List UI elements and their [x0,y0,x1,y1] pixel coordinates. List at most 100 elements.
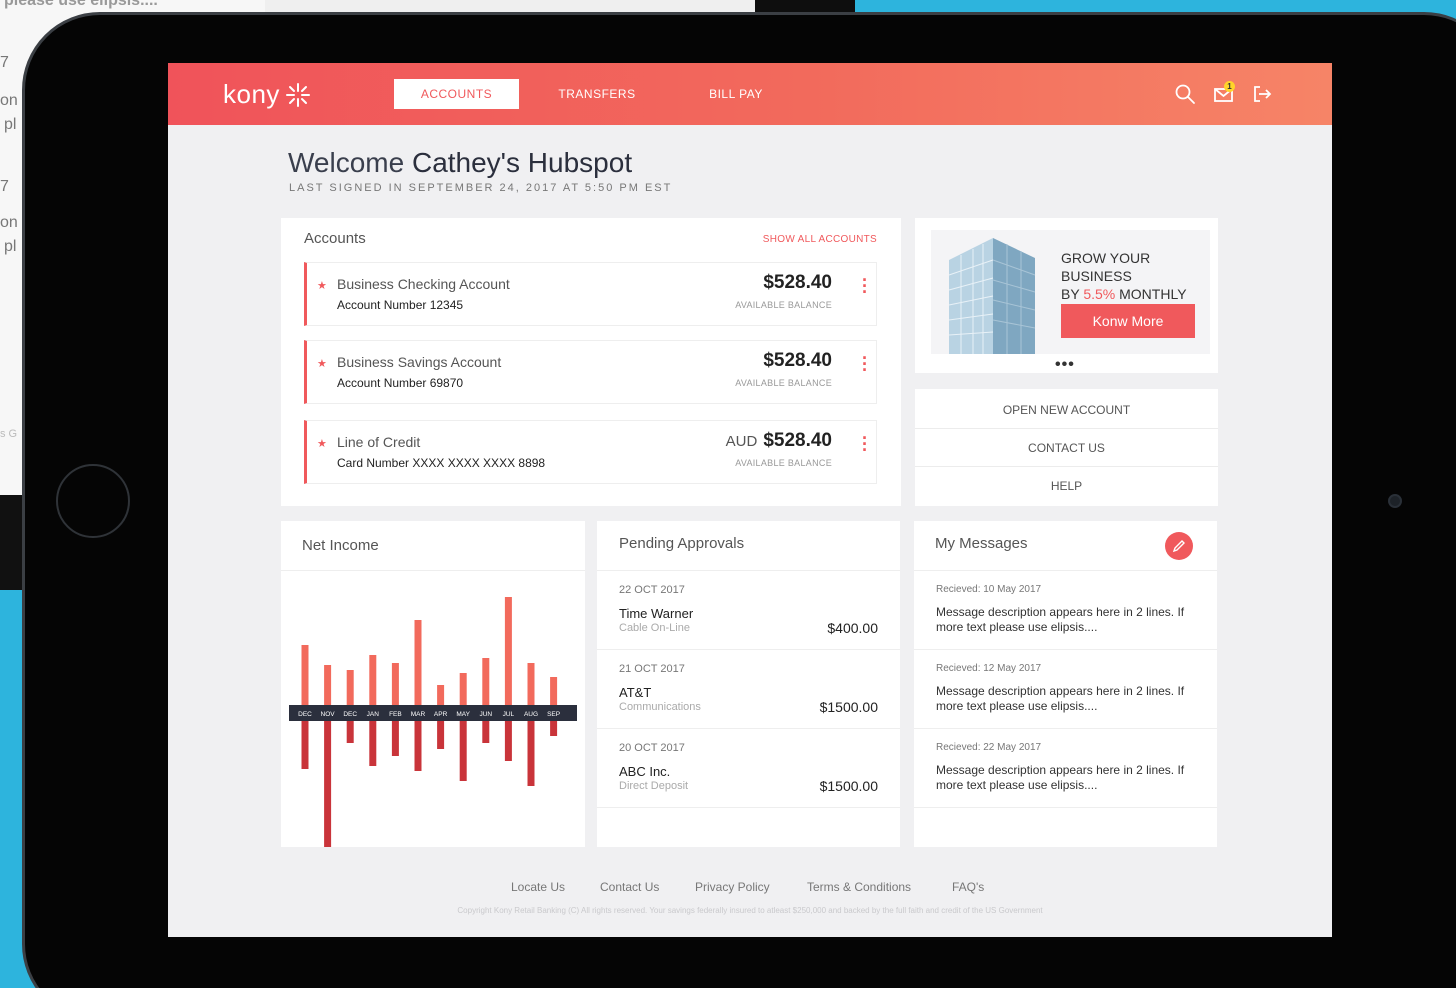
balance-caption: AVAILABLE BALANCE [735,300,832,310]
chart-tick-label: APR [434,711,448,718]
pending-approvals-title: Pending Approvals [619,535,745,552]
accounts-card: Accounts SHOW ALL ACCOUNTS ★ Business Ch… [281,218,901,506]
footer-terms[interactable]: Terms & Conditions [807,880,911,894]
background-fragment: s G [0,428,18,440]
badge-count: 1 [1227,82,1232,91]
pending-category: Cable On-Line [619,622,690,634]
chart-bar-positive [414,620,422,705]
promo-text: GROW YOUR BUSINESS BY 5.5% MONTHLY [1061,249,1221,303]
background-fragment: on [0,92,18,109]
account-row[interactable]: ★ Business Checking Account Account Numb… [304,262,877,326]
logo-burst-icon [285,82,310,107]
pending-row[interactable]: 20 OCT 2017 ABC Inc. Direct Deposit $150… [597,729,900,808]
background-fragment: pl [4,238,17,255]
help-link[interactable]: HELP [915,467,1218,505]
logo-text: kony [223,79,280,109]
message-row[interactable]: Recieved: 10 May 2017 Message descriptio… [914,571,1217,650]
welcome-name: Cathey's Hubspot [411,147,633,178]
currency-code: AUD [725,433,758,450]
chart-bar-negative [482,721,490,743]
promo-percent: 5.5% [1083,286,1116,302]
more-vertical-icon[interactable]: · · · [862,271,868,301]
message-date: Recieved: 22 May 2017 [936,742,1042,753]
building-illustration-icon [948,238,1036,354]
account-number: Card Number XXXX XXXX XXXX 8898 [337,456,546,470]
chart-tick-label: JAN [367,711,380,718]
promo-card: GROW YOUR BUSINESS BY 5.5% MONTHLY Konw … [915,218,1218,373]
chart-tick-label: MAR [411,711,426,718]
footer-contact-us[interactable]: Contact Us [600,880,659,894]
chart-bar-negative [369,721,377,766]
camera-icon [1388,494,1402,508]
carousel-pager[interactable]: ••• [1055,356,1075,374]
background-fragment: pl [4,116,17,133]
account-name: Business Checking Account [337,276,510,292]
copyright-text: Copyright Kony Retail Banking (C) All ri… [457,906,1043,915]
pending-date: 21 OCT 2017 [619,663,685,675]
account-number: Account Number 69870 [337,376,464,390]
chart-bar-negative [301,721,309,769]
account-row[interactable]: ★ Business Savings Account Account Numbe… [304,340,877,404]
more-vertical-icon[interactable]: · · · [862,429,868,459]
pending-amount: $400.00 [827,620,878,636]
chart-bar-negative [346,721,354,743]
accounts-title: Accounts [304,230,366,247]
message-row[interactable]: Recieved: 12 May 2017 Message descriptio… [914,650,1217,729]
background-text: please use elipsis.... [4,0,158,9]
footer-privacy-policy[interactable]: Privacy Policy [695,880,770,894]
pending-row[interactable]: 22 OCT 2017 Time Warner Cable On-Line $4… [597,571,900,650]
search-icon[interactable] [1174,83,1196,105]
account-row[interactable]: ★ Line of Credit Card Number XXXX XXXX X… [304,420,877,484]
pending-payee: ABC Inc. [619,764,671,779]
pending-row[interactable]: 21 OCT 2017 AT&T Communications $1500.00 [597,650,900,729]
footer-faqs[interactable]: FAQ's [952,880,984,894]
pending-category: Direct Deposit [619,780,689,792]
star-icon: ★ [317,438,327,450]
pending-payee: AT&T [619,685,652,700]
more-vertical-icon[interactable]: · · · [862,349,868,379]
background-fragment: on [0,214,18,231]
account-name: Business Savings Account [337,354,502,370]
background-window-strip [265,0,755,12]
account-balance: AUD $528.40 [726,430,832,452]
background-fragment: 7 [0,54,9,71]
chart-bar-positive [346,670,354,705]
quick-links-card: OPEN NEW ACCOUNT CONTACT US HELP [915,389,1218,506]
tab-transfers[interactable]: TRANSFERS [552,79,642,109]
chart-bar-negative [324,721,332,847]
know-more-button[interactable]: Konw More [1061,304,1195,338]
net-income-card: Net Income DEC NOV DEC JAN FEB MAR APR MAY JUN JU… [281,521,585,847]
chart-tick-label: DEC [298,711,312,718]
net-income-title: Net Income [302,537,379,554]
star-icon: ★ [317,358,327,370]
net-income-chart: DEC NOV DEC JAN FEB MAR APR MAY JUN JUL AUG SEP [289,597,577,847]
tab-bill-pay[interactable]: BILL PAY [696,79,776,109]
my-messages-title: My Messages [935,535,1028,552]
chart-bar-negative [414,721,422,771]
balance-amount: $528.40 [763,350,832,371]
message-body: Message description appears here in 2 li… [936,684,1185,713]
my-messages-card: My Messages Recieved: 10 May 2017 Messag… [914,521,1217,847]
compose-message-button[interactable] [1165,532,1193,560]
message-body: Message description appears here in 2 li… [936,763,1185,792]
message-row[interactable]: Recieved: 22 May 2017 Message descriptio… [914,729,1217,808]
chart-bar-positive [301,645,309,705]
chart-tick-label: JUN [479,711,492,718]
tab-accounts[interactable]: ACCOUNTS [394,79,519,109]
account-number: Account Number 12345 [337,298,464,312]
open-new-account-link[interactable]: OPEN NEW ACCOUNT [915,391,1218,429]
chart-bar-positive [369,655,377,705]
balance-amount: $528.40 [763,272,832,293]
message-date: Recieved: 12 May 2017 [936,663,1042,674]
last-signed-in: LAST SIGNED IN SEPTEMBER 24, 2017 AT 5:5… [289,182,673,194]
logout-icon[interactable] [1251,83,1273,105]
pending-category: Communications [619,701,701,713]
pending-payee: Time Warner [619,606,694,621]
contact-us-link[interactable]: CONTACT US [915,429,1218,467]
kony-logo[interactable]: kony [223,79,312,110]
footer-locate-us[interactable]: Locate Us [511,880,565,894]
top-nav-bar: kony ACCOUNTS TRANSFERS BILL PAY 1 [168,63,1332,125]
chart-tick-label: JUL [503,711,515,718]
show-all-accounts-link[interactable]: SHOW ALL ACCOUNTS [763,234,877,245]
chart-tick-label: AUG [524,711,538,718]
